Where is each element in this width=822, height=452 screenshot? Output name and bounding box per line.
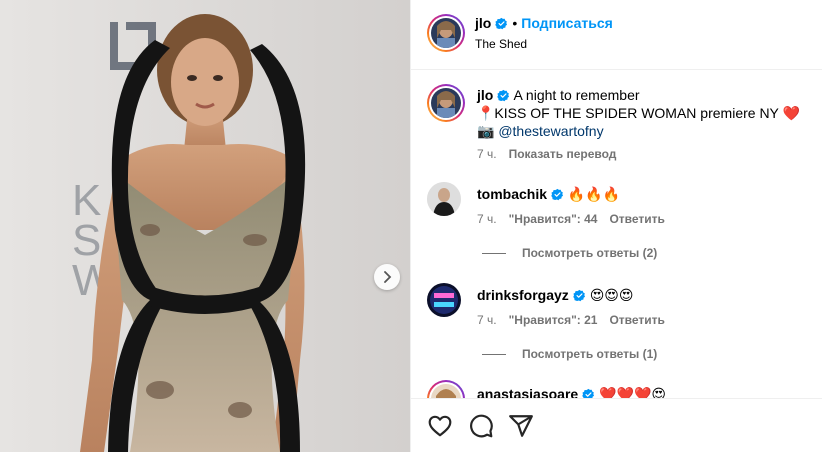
separator-dot: • (512, 15, 518, 31)
verified-badge-icon (573, 289, 585, 302)
post-location[interactable]: The Shed (475, 37, 527, 51)
caption-avatar[interactable] (427, 84, 465, 122)
comment-username[interactable]: drinksforgayz (477, 287, 569, 303)
view-replies-label: Посмотреть ответы (1) (522, 347, 658, 361)
post-photo[interactable]: K S W (0, 0, 410, 452)
comment-time[interactable]: 7 ч. (477, 313, 497, 327)
comment-text: ❤️❤️❤️😍 (599, 386, 666, 398)
reply-button[interactable]: Ответить (609, 313, 664, 327)
comment-username[interactable]: anastasiasoare (477, 386, 578, 398)
view-replies-button[interactable]: Посмотреть ответы (1) (482, 347, 657, 361)
caption-avatar-image (431, 88, 461, 118)
next-photo-button[interactable] (374, 264, 400, 290)
verified-badge-icon (495, 17, 508, 30)
comment-time[interactable]: 7 ч. (477, 212, 497, 226)
heart-icon[interactable] (427, 413, 453, 439)
translate-button[interactable]: Показать перевод (509, 147, 617, 161)
comment-avatar[interactable] (427, 380, 465, 398)
caption-username[interactable]: jlo (477, 87, 493, 103)
comment-avatar[interactable] (427, 182, 461, 216)
author-avatar-image (431, 18, 461, 48)
view-replies-button[interactable]: Посмотреть ответы (2) (482, 246, 657, 260)
comments-list[interactable]: jlo A night to remember 📍KISS OF THE SPI… (411, 71, 822, 398)
post-header: jlo • Подписаться The Shed (411, 0, 822, 70)
comment-likes[interactable]: "Нравится": 21 (509, 313, 598, 327)
follow-button[interactable]: Подписаться (521, 15, 613, 31)
caption-line-1: A night to remember (513, 87, 640, 103)
caption-mention-link[interactable]: @thestewartofny (498, 123, 603, 139)
verified-badge-icon (497, 89, 510, 102)
comment-avatar[interactable] (427, 283, 461, 317)
comment-icon[interactable] (468, 413, 494, 439)
author-avatar[interactable] (427, 14, 465, 52)
comment-avatar-image (427, 182, 461, 216)
author-username[interactable]: jlo (475, 15, 491, 31)
chevron-right-icon (384, 271, 392, 283)
share-icon[interactable] (508, 413, 534, 439)
replies-divider (482, 252, 506, 254)
comment-avatar-image (431, 384, 461, 398)
comment-text: 🔥🔥🔥 (567, 186, 621, 202)
reply-button[interactable]: Ответить (609, 212, 664, 226)
comment-avatar-image (427, 283, 461, 317)
replies-divider (482, 353, 506, 355)
caption-line-2: 📍KISS OF THE SPIDER WOMAN premiere NY ❤️ (477, 105, 800, 121)
caption-line-3-prefix: 📷 (477, 123, 499, 139)
post-image: K S W (0, 0, 410, 452)
caption-time[interactable]: 7 ч. (477, 147, 497, 161)
post-actions-bar (411, 398, 822, 452)
post-details-panel: jlo • Подписаться The Shed jlo A night t… (410, 0, 822, 452)
verified-badge-icon (551, 188, 564, 201)
view-replies-label: Посмотреть ответы (2) (522, 246, 658, 260)
verified-badge-icon (582, 388, 595, 398)
comment-username[interactable]: tombachik (477, 186, 547, 202)
comment-text: 😍😍😍 (589, 287, 634, 303)
comment-likes[interactable]: "Нравится": 44 (509, 212, 598, 226)
